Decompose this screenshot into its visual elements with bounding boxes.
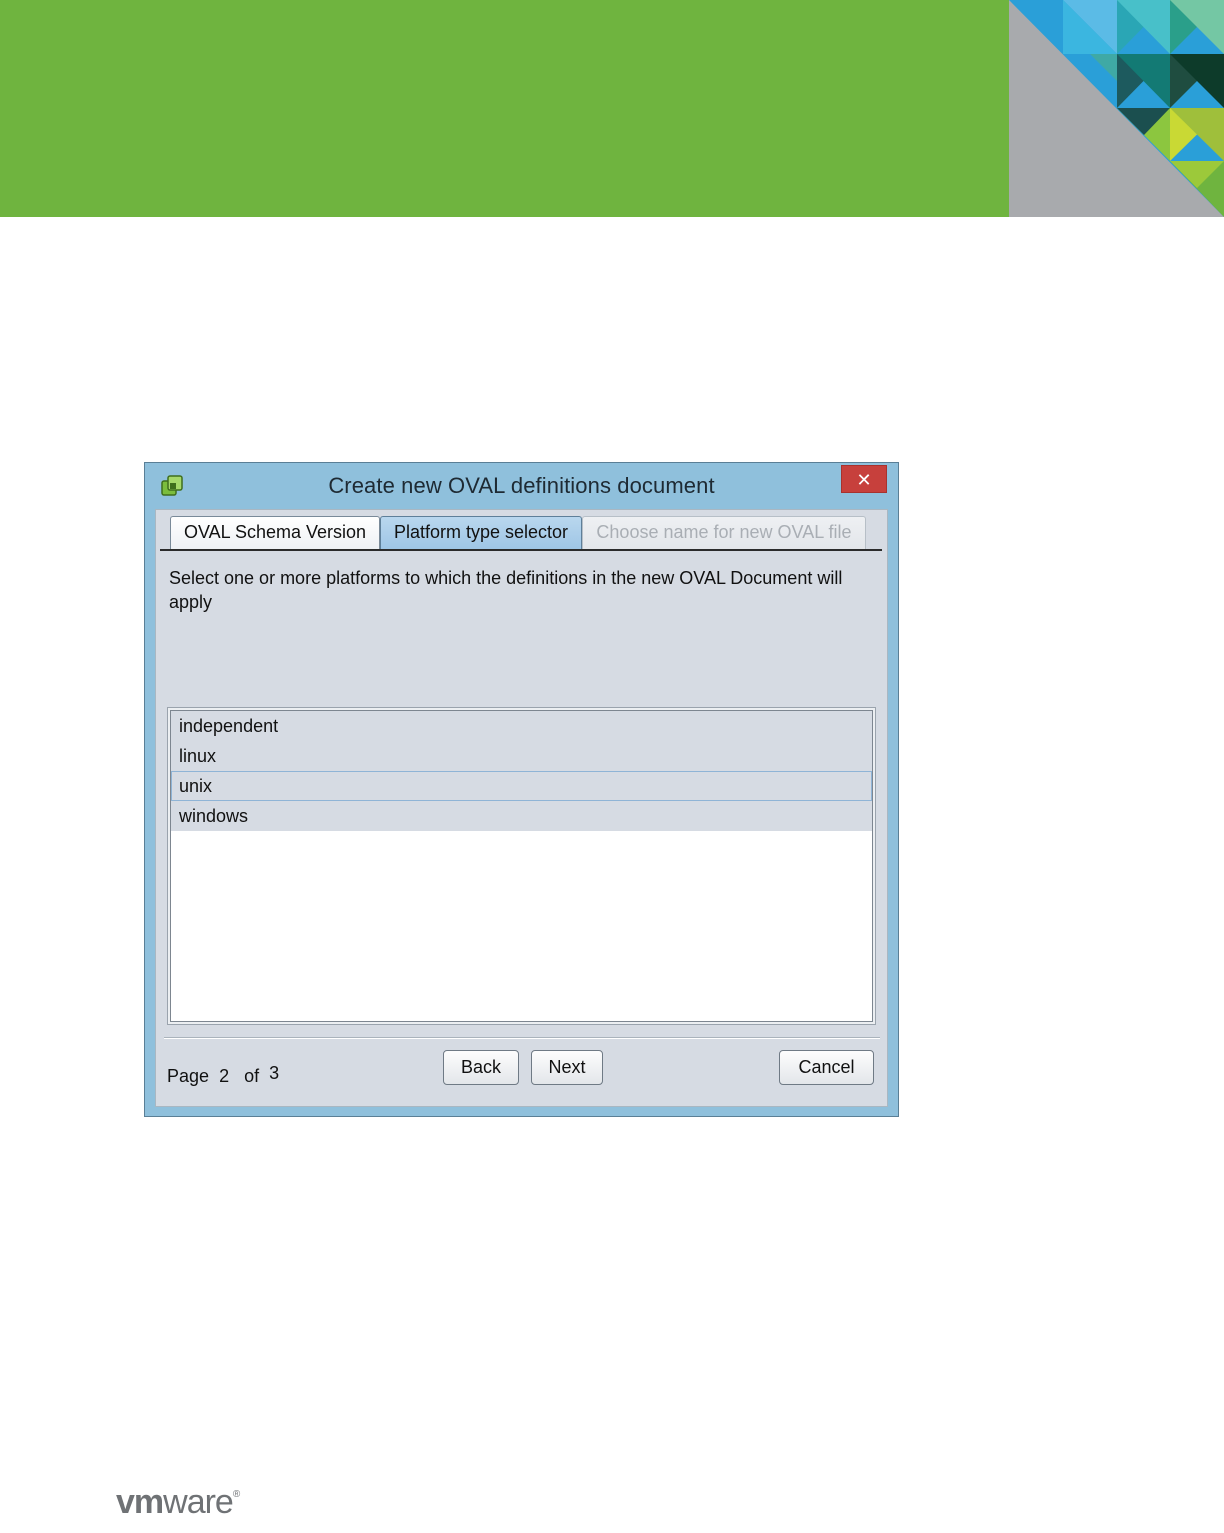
back-button[interactable]: Back [443, 1050, 519, 1085]
decorative-triangles [1009, 0, 1224, 217]
tab-oval-schema-version[interactable]: OVAL Schema Version [170, 516, 380, 549]
banner-green-area [0, 0, 1009, 217]
platform-list-frame: independent linux unix windows [167, 707, 876, 1025]
tab-underline [160, 549, 882, 551]
platform-list[interactable]: independent linux unix windows [170, 710, 873, 1022]
page-of-label: of [244, 1066, 260, 1086]
next-button[interactable]: Next [531, 1050, 603, 1085]
page-current: 2 [219, 1066, 230, 1086]
list-item-unix[interactable]: unix [171, 771, 872, 801]
cancel-button[interactable]: Cancel [779, 1050, 874, 1085]
button-separator [164, 1037, 880, 1038]
tab-choose-name: Choose name for new OVAL file [582, 516, 866, 549]
list-item-windows[interactable]: windows [171, 801, 872, 831]
dialog-body: OVAL Schema Version Platform type select… [155, 509, 888, 1107]
instruction-text: Select one or more platforms to which th… [169, 568, 843, 612]
dialog-title: Create new OVAL definitions document [328, 473, 715, 498]
list-item-independent[interactable]: independent [171, 711, 872, 741]
dialog-title-bar[interactable]: Create new OVAL definitions document ✕ [145, 463, 898, 509]
create-oval-dialog: Create new OVAL definitions document ✕ O… [144, 462, 899, 1117]
close-icon: ✕ [856, 470, 872, 490]
logo-registered-mark: ® [232, 1489, 241, 1500]
page-total: 3 [269, 1063, 280, 1083]
header-banner [0, 0, 1224, 217]
list-item-linux[interactable]: linux [171, 741, 872, 771]
close-button[interactable]: ✕ [841, 465, 887, 493]
logo-light: ware [163, 1483, 234, 1521]
vmware-logo: vmware® [116, 1483, 240, 1522]
page-indicator: Page 2 of 3 [167, 1063, 280, 1087]
logo-bold: vm [116, 1483, 164, 1521]
page-label: Page [167, 1066, 210, 1086]
tab-platform-type-selector[interactable]: Platform type selector [380, 516, 582, 549]
